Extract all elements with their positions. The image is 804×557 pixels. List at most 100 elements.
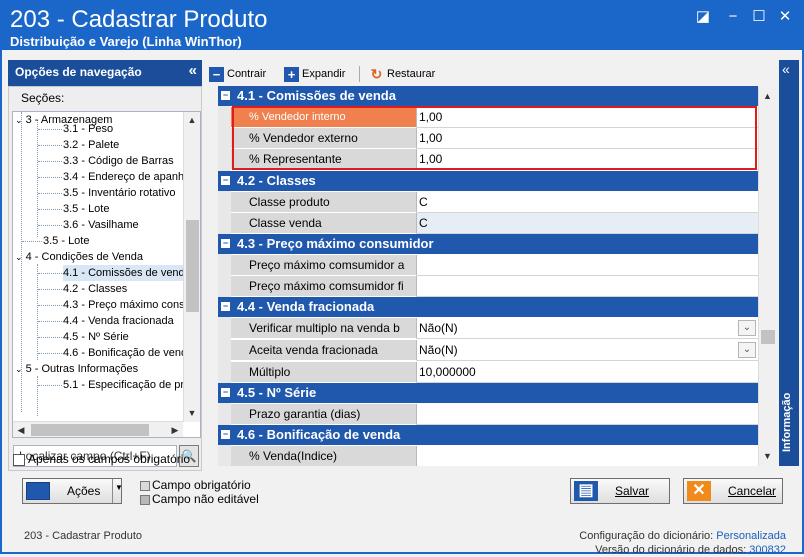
tree-item[interactable]: 3.3 - Código de Barras: [63, 153, 174, 169]
scroll-down-icon[interactable]: ▼: [759, 448, 776, 464]
tree-guide: [38, 337, 62, 338]
tree-guide: [37, 264, 38, 360]
minus-icon: −: [209, 66, 224, 82]
tree-item[interactable]: ⌄ 4 - Condições de Venda: [15, 249, 143, 265]
tree-item[interactable]: 3.5 - Lote: [63, 201, 109, 217]
property-value[interactable]: [417, 276, 758, 297]
collapse-category-icon[interactable]: −: [221, 302, 230, 311]
property-value-select[interactable]: Não(N) ⌄: [417, 318, 758, 339]
property-row[interactable]: Verificar multiplo na venda b Não(N) ⌄: [231, 318, 758, 339]
tree-item-selected[interactable]: 4.1 - Comissões de venda: [63, 265, 195, 281]
category-header[interactable]: −4.1 - Comissões de venda: [218, 86, 758, 106]
restore-window-icon[interactable]: ◪: [692, 8, 714, 26]
tree-guide: [38, 177, 62, 178]
dropdown-arrow-icon[interactable]: ▼: [115, 483, 123, 492]
collapse-category-icon[interactable]: −: [221, 239, 230, 248]
sections-tree[interactable]: ⌄ 3 - Armazenagem 3.1 - Peso 3.2 - Palet…: [12, 111, 201, 438]
collapse-category-icon[interactable]: −: [221, 430, 230, 439]
split-divider: [112, 479, 113, 503]
collapse-category-icon[interactable]: −: [221, 91, 230, 100]
collapse-label: Contrair: [227, 68, 267, 80]
save-label: Salvar: [615, 484, 650, 498]
tree-item[interactable]: 3.5 - Lote: [43, 233, 89, 249]
property-row[interactable]: % Representante 1,00: [231, 149, 758, 170]
property-value[interactable]: 10,000000: [417, 362, 758, 383]
grid-vertical-scrollbar[interactable]: ▲ ▼: [758, 86, 776, 466]
scroll-thumb[interactable]: [761, 330, 775, 344]
property-value[interactable]: [417, 255, 758, 276]
minimize-icon[interactable]: −: [722, 8, 744, 26]
tree-guide: [38, 145, 62, 146]
scroll-up-icon[interactable]: ▲: [184, 112, 200, 128]
scroll-right-icon[interactable]: ▶: [167, 422, 183, 437]
legend-required: Campo obrigatório: [140, 478, 259, 492]
tree-guide: [38, 225, 62, 226]
tree-item[interactable]: 3.2 - Palete: [63, 137, 119, 153]
scroll-down-icon[interactable]: ▼: [184, 405, 200, 421]
actions-button[interactable]: Ações ▼: [22, 478, 123, 504]
tree-item[interactable]: 3.4 - Endereço de apanha: [63, 169, 190, 185]
property-row[interactable]: Preço máximo comsumidor a: [231, 255, 758, 276]
property-row[interactable]: % Vendedor externo 1,00: [231, 128, 758, 149]
property-row[interactable]: Preço máximo comsumidor fi: [231, 276, 758, 297]
restore-button[interactable]: ↻ Restaurar: [369, 64, 436, 84]
property-value-select[interactable]: Não(N) ⌄: [417, 340, 758, 361]
tree-item[interactable]: 4.4 - Venda fracionada: [63, 313, 174, 329]
info-panel-tab[interactable]: « Informação: [779, 60, 799, 466]
chevron-down-icon[interactable]: ⌄: [738, 320, 756, 336]
tree-item[interactable]: 3.6 - Vasilhame: [63, 217, 139, 233]
property-row[interactable]: % Venda(Indice): [231, 446, 758, 466]
checkbox-icon[interactable]: [13, 453, 25, 466]
category-header[interactable]: −4.6 - Bonificação de venda: [218, 425, 758, 445]
category-header[interactable]: −4.2 - Classes: [218, 171, 758, 191]
tree-horizontal-scrollbar[interactable]: ◀ ▶: [13, 421, 183, 437]
tree-item[interactable]: 4.5 - Nº Série: [63, 329, 129, 345]
tree-item[interactable]: 4.2 - Classes: [63, 281, 127, 297]
tree-item[interactable]: 3.5 - Inventário rotativo: [63, 185, 176, 201]
property-value-readonly: C: [417, 213, 758, 234]
property-value[interactable]: 1,00: [417, 149, 758, 170]
chevron-down-icon[interactable]: ⌄: [738, 342, 756, 358]
collapse-button[interactable]: − Contrair: [209, 64, 266, 84]
scroll-up-icon[interactable]: ▲: [759, 88, 776, 104]
property-row[interactable]: Classe venda C: [231, 213, 758, 234]
tree-vertical-scrollbar[interactable]: ▲ ▼: [183, 112, 200, 422]
property-value[interactable]: C: [417, 192, 758, 213]
tree-item[interactable]: ⌄ 5 - Outras Informações: [15, 361, 138, 377]
collapse-category-icon[interactable]: −: [221, 388, 230, 397]
tree-guide: [38, 305, 62, 306]
property-row[interactable]: Prazo garantia (dias): [231, 404, 758, 425]
tree-guide: [37, 120, 38, 237]
tree-item[interactable]: 5.1 - Especificação de pro: [63, 377, 190, 393]
plus-icon: +: [284, 66, 299, 82]
category-header[interactable]: −4.4 - Venda fracionada: [218, 297, 758, 317]
required-only-checkbox[interactable]: Apenas os campos obrigatório: [13, 452, 190, 466]
category-header[interactable]: −4.3 - Preço máximo consumidor: [218, 234, 758, 254]
collapse-nav-icon[interactable]: «: [189, 59, 197, 83]
expand-button[interactable]: + Expandir: [284, 64, 345, 84]
property-value[interactable]: [417, 446, 758, 466]
property-value[interactable]: 1,00: [417, 107, 758, 128]
cancel-button[interactable]: ✕ Cancelar: [683, 478, 783, 504]
property-value[interactable]: [417, 404, 758, 425]
tree-item[interactable]: 4.3 - Preço máximo consu: [63, 297, 191, 313]
property-row[interactable]: Aceita venda fracionada Não(N) ⌄: [231, 340, 758, 361]
toolbar-separator: [359, 66, 360, 82]
category-header[interactable]: −4.5 - Nº Série: [218, 383, 758, 403]
save-button[interactable]: ▤ Salvar: [570, 478, 670, 504]
tree-item[interactable]: 4.6 - Bonificação de venda: [63, 345, 193, 361]
property-grid: −4.1 - Comissões de venda % Vendedor int…: [218, 86, 758, 466]
scroll-left-icon[interactable]: ◀: [13, 422, 29, 437]
property-row[interactable]: % Vendedor interno 1,00: [231, 107, 758, 128]
property-row[interactable]: Classe produto C: [231, 192, 758, 213]
expand-info-icon[interactable]: «: [782, 61, 790, 77]
maximize-icon[interactable]: ☐: [748, 8, 770, 26]
property-row[interactable]: Múltiplo 10,000000: [231, 362, 758, 383]
window-subtitle: Distribuição e Varejo (Linha WinThor): [10, 34, 242, 49]
scroll-thumb[interactable]: [31, 424, 149, 436]
close-icon[interactable]: ✕: [774, 8, 796, 26]
scroll-thumb[interactable]: [186, 220, 199, 312]
tree-item[interactable]: 3.1 - Peso: [63, 121, 113, 137]
property-value[interactable]: 1,00: [417, 128, 758, 149]
collapse-category-icon[interactable]: −: [221, 176, 230, 185]
